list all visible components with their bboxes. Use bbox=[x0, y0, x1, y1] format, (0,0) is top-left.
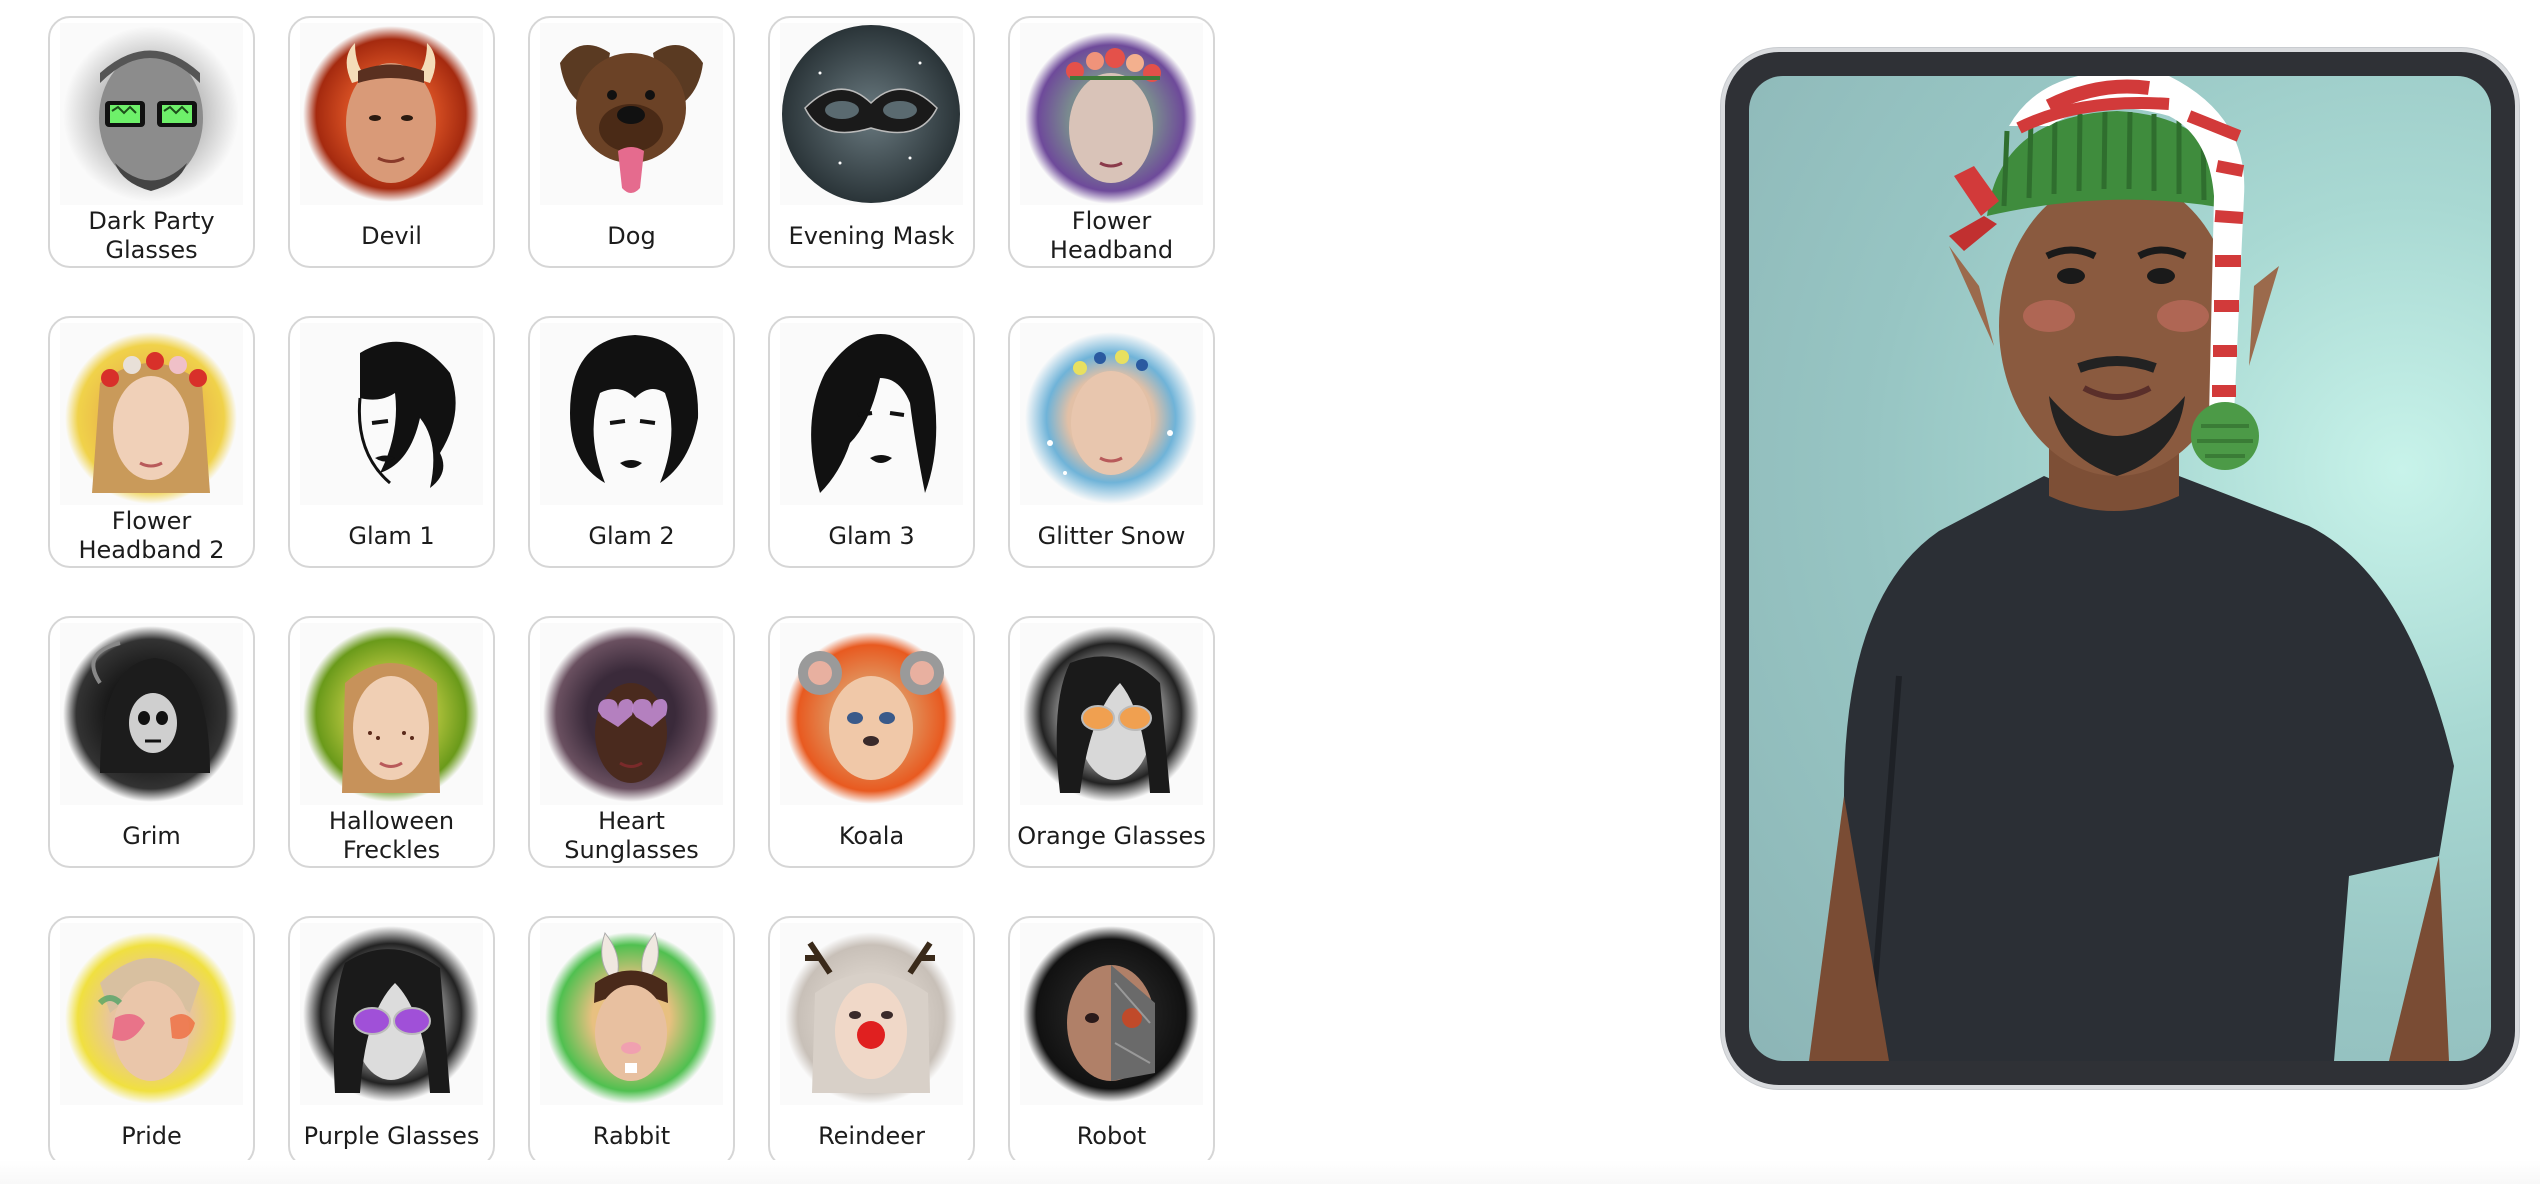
filter-tile[interactable]: Rabbit bbox=[528, 916, 735, 1168]
tablet-preview-frame bbox=[1721, 48, 2519, 1089]
evening-mask-icon bbox=[780, 23, 963, 205]
pride-icon bbox=[60, 923, 243, 1105]
filter-tile[interactable]: Glam 2 bbox=[528, 316, 735, 568]
filter-tile[interactable]: Flower Headband 2 bbox=[48, 316, 255, 568]
filter-label: Glitter Snow bbox=[1037, 521, 1186, 550]
reindeer-icon bbox=[780, 923, 963, 1105]
filter-label: Evening Mask bbox=[788, 221, 955, 250]
filter-label: Koala bbox=[838, 821, 905, 850]
orange-glasses-icon bbox=[1020, 623, 1203, 805]
flower-headband-2-icon bbox=[60, 323, 243, 505]
glam-3-icon bbox=[780, 323, 963, 505]
filter-label: Pride bbox=[121, 1121, 182, 1150]
filter-tile[interactable]: Glitter Snow bbox=[1008, 316, 1215, 568]
filter-tile[interactable]: Robot bbox=[1008, 916, 1215, 1168]
filter-label: Flower Headband 2 bbox=[78, 507, 225, 564]
filter-tile[interactable]: Dog bbox=[528, 16, 735, 268]
rabbit-icon bbox=[540, 923, 723, 1105]
filter-label: Rabbit bbox=[592, 1121, 671, 1150]
filter-tile[interactable]: Devil bbox=[288, 16, 495, 268]
glam-1-icon bbox=[300, 323, 483, 505]
filter-label: Purple Glasses bbox=[303, 1121, 480, 1150]
camera-preview bbox=[1749, 76, 2491, 1061]
flower-headband-icon bbox=[1020, 23, 1203, 205]
filter-tile[interactable]: Koala bbox=[768, 616, 975, 868]
filter-tile[interactable]: Orange Glasses bbox=[1008, 616, 1215, 868]
filter-tile[interactable]: Halloween Freckles bbox=[288, 616, 495, 868]
filter-tile[interactable]: Glam 3 bbox=[768, 316, 975, 568]
purple-glasses-icon bbox=[300, 923, 483, 1105]
filter-grid: Dark Party Glasses Devil Dog Evening Mas… bbox=[0, 0, 1240, 1184]
filter-tile[interactable]: Dark Party Glasses bbox=[48, 16, 255, 268]
dark-party-glasses-icon bbox=[60, 23, 243, 205]
filter-label: Flower Headband bbox=[1049, 207, 1174, 264]
dog-icon bbox=[540, 23, 723, 205]
bottom-fade bbox=[0, 1160, 2540, 1184]
filter-label: Dark Party Glasses bbox=[88, 207, 215, 264]
elf-hat-preview-image bbox=[1809, 76, 2454, 1061]
filter-tile[interactable]: Glam 1 bbox=[288, 316, 495, 568]
koala-icon bbox=[780, 623, 963, 805]
filter-label: Dog bbox=[607, 221, 656, 250]
filter-label: Halloween Freckles bbox=[328, 807, 455, 864]
filter-tile[interactable]: Reindeer bbox=[768, 916, 975, 1168]
filter-label: Glam 2 bbox=[588, 521, 675, 550]
devil-icon bbox=[300, 23, 483, 205]
filter-label: Devil bbox=[361, 221, 422, 250]
filter-tile[interactable]: Evening Mask bbox=[768, 16, 975, 268]
grim-icon bbox=[60, 623, 243, 805]
filter-tile[interactable]: Grim bbox=[48, 616, 255, 868]
glitter-snow-icon bbox=[1020, 323, 1203, 505]
filter-tile[interactable]: Heart Sunglasses bbox=[528, 616, 735, 868]
filter-label: Robot bbox=[1076, 1121, 1147, 1150]
filter-label: Heart Sunglasses bbox=[564, 807, 699, 864]
glam-2-icon bbox=[540, 323, 723, 505]
filter-label: Glam 1 bbox=[348, 521, 435, 550]
filter-label: Reindeer bbox=[818, 1121, 925, 1150]
filter-label: Grim bbox=[122, 821, 181, 850]
robot-icon bbox=[1020, 923, 1203, 1105]
halloween-freckles-icon bbox=[300, 623, 483, 805]
filter-tile[interactable]: Purple Glasses bbox=[288, 916, 495, 1168]
filter-tile[interactable]: Flower Headband bbox=[1008, 16, 1215, 268]
filter-tile[interactable]: Pride bbox=[48, 916, 255, 1168]
heart-sunglasses-icon bbox=[540, 623, 723, 805]
filter-label: Orange Glasses bbox=[1017, 821, 1206, 850]
filter-label: Glam 3 bbox=[828, 521, 915, 550]
